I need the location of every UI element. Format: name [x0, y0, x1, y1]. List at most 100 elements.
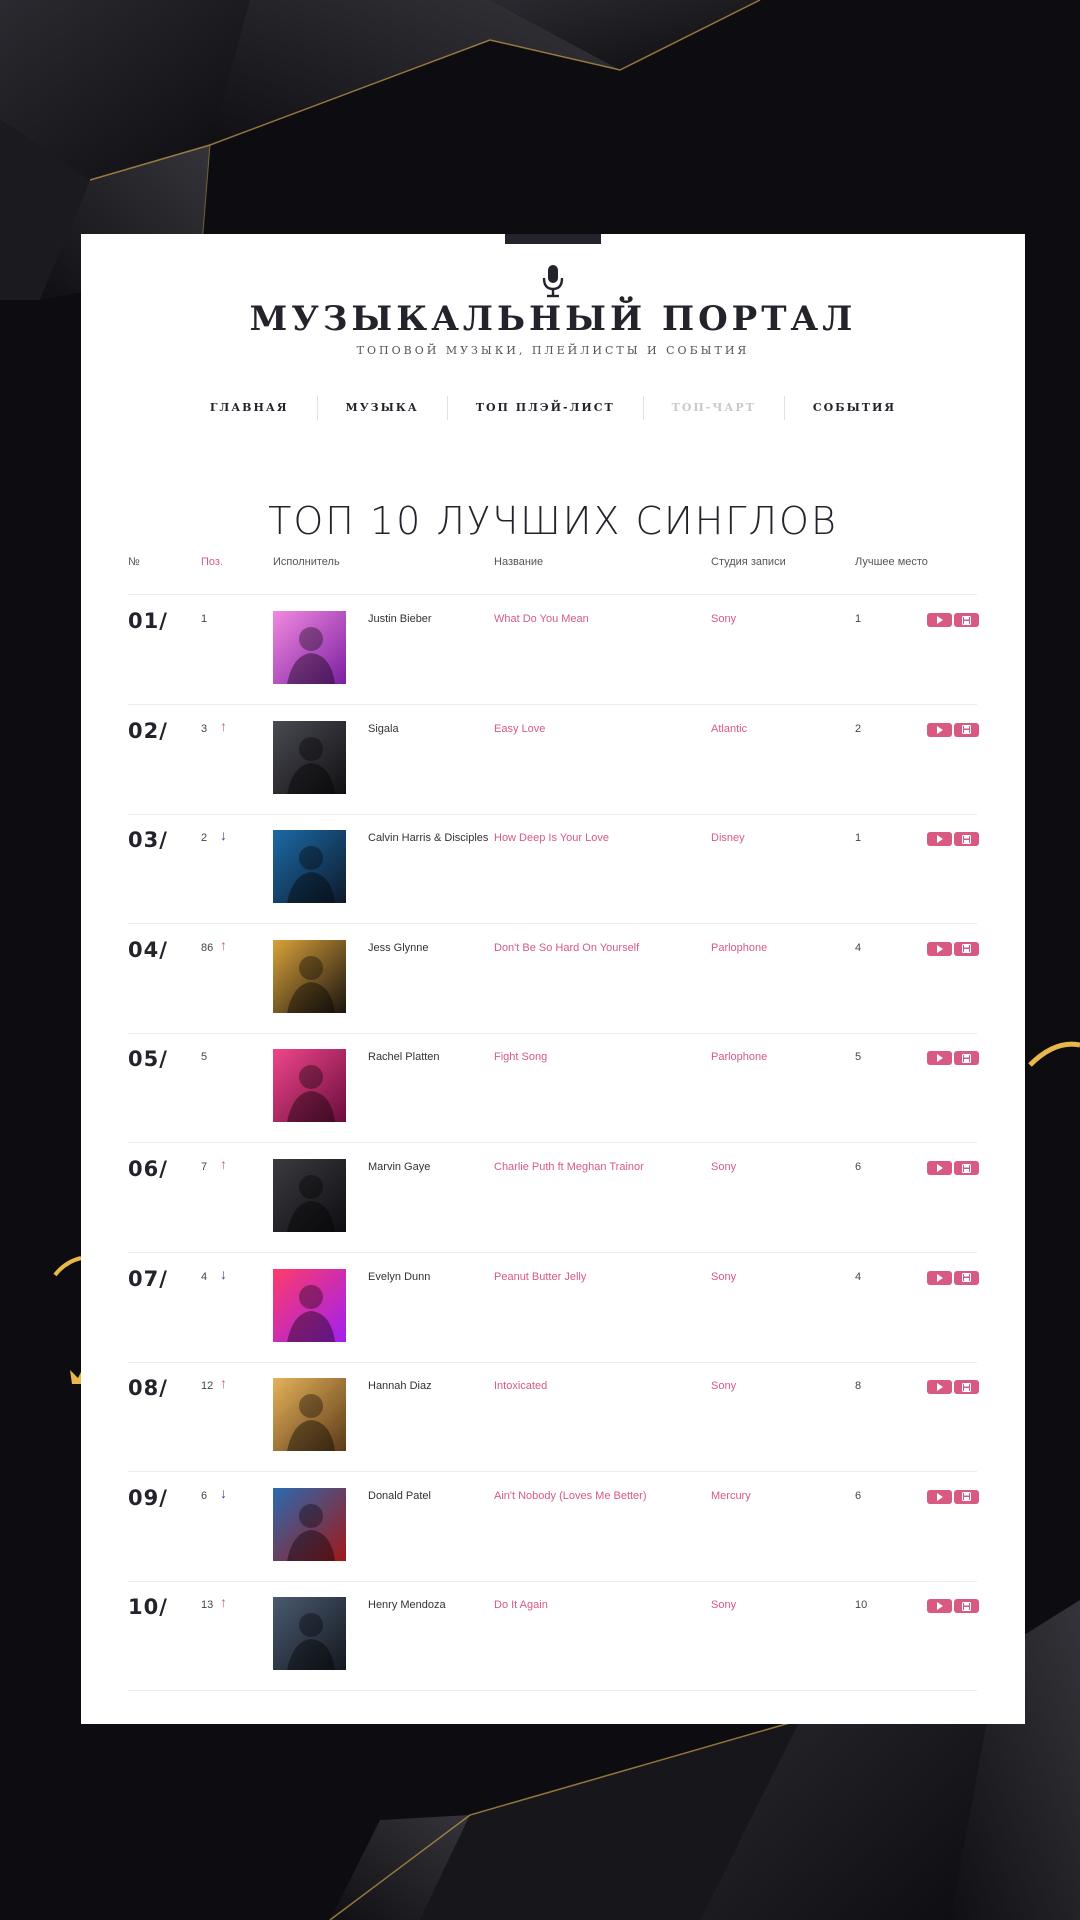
- save-button[interactable]: [954, 1270, 979, 1285]
- save-button[interactable]: [954, 1161, 979, 1175]
- artist-photo[interactable]: [273, 830, 346, 904]
- studio-name: Parlophone: [711, 1051, 768, 1064]
- header-position[interactable]: Поз.: [201, 556, 223, 568]
- rank-number: 05/: [128, 1047, 168, 1072]
- site-subtitle: ТОПОВОЙ МУЗЫКИ, ПЛЕЙЛИСТЫ И СОБЫТИЯ: [356, 344, 750, 357]
- artist-name: Justin Bieber: [368, 613, 432, 625]
- nav-item-top-playlist[interactable]: ТОП ПЛЭЙ-ЛИСТ: [446, 396, 643, 420]
- song-title-link[interactable]: How Deep Is Your Love: [494, 832, 609, 844]
- save-button[interactable]: [954, 1051, 979, 1066]
- artist-photo[interactable]: [273, 1487, 346, 1561]
- rank-number: 03/: [128, 828, 168, 853]
- arrow-down-icon: ↓: [220, 827, 227, 844]
- song-title-link[interactable]: Ain't Nobody (Loves Me Better): [494, 1490, 647, 1502]
- song-title-link[interactable]: Easy Love: [494, 723, 545, 735]
- play-button[interactable]: [927, 1270, 952, 1285]
- play-button[interactable]: [927, 1599, 952, 1614]
- song-title-link[interactable]: Fight Song: [494, 1051, 547, 1063]
- play-icon: [937, 1164, 943, 1172]
- table-row: 08/ 12 ↑ Hannah Diaz Intoxicated Sony 8: [128, 1362, 979, 1473]
- table-row: 03/ 2 ↓ Calvin Harris & Disciples How De…: [128, 814, 979, 925]
- play-button[interactable]: [927, 832, 952, 847]
- studio-name: Mercury: [711, 1489, 751, 1502]
- play-icon: [937, 1383, 943, 1392]
- studio-name: Sony: [711, 1599, 737, 1612]
- table-row: 04/ 86 ↑ Jess Glynne Don't Be So Hard On…: [128, 924, 979, 1034]
- artist-name: Sigala: [368, 722, 399, 735]
- play-button[interactable]: [927, 1051, 952, 1066]
- table-row: 06/ 7 ↑ Marvin Gaye Charlie Puth ft Megh…: [128, 1143, 979, 1253]
- artist-photo[interactable]: [273, 1159, 346, 1232]
- save-button[interactable]: [954, 1599, 979, 1614]
- artist-photo[interactable]: [273, 720, 346, 794]
- previous-position: 3: [201, 722, 208, 735]
- best-position: 2: [855, 722, 862, 735]
- site-title: МУЗЫКАЛЬНЫЙ ПОРТАЛ: [249, 299, 857, 339]
- artist-name: Donald Patel: [368, 1489, 431, 1502]
- save-button[interactable]: [954, 1380, 979, 1395]
- save-button[interactable]: [954, 941, 979, 956]
- studio-name: Sony: [711, 1380, 737, 1393]
- main-nav: ГЛАВНАЯ МУЗЫКА ТОП ПЛЭЙ-ЛИСТ ТОП-ЧАРТ СО…: [81, 396, 1025, 420]
- rank-number: 06/: [128, 1157, 168, 1181]
- play-icon: [937, 1054, 943, 1063]
- artist-photo[interactable]: [273, 1268, 346, 1342]
- best-position: 1: [855, 613, 862, 625]
- nav-item-home[interactable]: ГЛАВНАЯ: [182, 396, 317, 420]
- song-title-link[interactable]: Intoxicated: [494, 1380, 547, 1392]
- play-icon: [937, 616, 943, 624]
- play-icon: [937, 944, 943, 953]
- rank-number: 10/: [128, 1595, 168, 1620]
- save-button[interactable]: [954, 1489, 979, 1504]
- artist-photo[interactable]: [273, 1597, 346, 1671]
- play-icon: [937, 725, 943, 734]
- artist-name: Calvin Harris & Disciples: [368, 832, 489, 845]
- save-icon: [962, 834, 971, 844]
- song-title-link[interactable]: What Do You Mean: [494, 613, 589, 625]
- nav-item-music[interactable]: МУЗЫКА: [316, 396, 447, 420]
- play-button[interactable]: [927, 613, 952, 627]
- artist-photo[interactable]: [273, 1378, 346, 1452]
- studio-name: Disney: [711, 832, 745, 845]
- play-button[interactable]: [927, 1380, 952, 1395]
- nav-item-top-chart[interactable]: ТОП-ЧАРТ: [642, 396, 784, 420]
- previous-position: 5: [201, 1051, 208, 1064]
- save-button[interactable]: [954, 722, 979, 737]
- studio-name: Sony: [711, 1270, 737, 1283]
- play-button[interactable]: [927, 722, 952, 737]
- artist-photo[interactable]: [273, 939, 346, 1013]
- song-title-link[interactable]: Don't Be So Hard On Yourself: [494, 942, 639, 954]
- microphone-icon: [542, 265, 564, 298]
- table-row: 10/ 13 ↑ Henry Mendoza Do It Again Sony …: [128, 1581, 979, 1692]
- artist-name: Marvin Gaye: [368, 1161, 431, 1173]
- header-studio: Студия записи: [711, 556, 786, 568]
- play-button[interactable]: [927, 941, 952, 956]
- rank-number: 09/: [128, 1485, 168, 1510]
- previous-position: 1: [201, 613, 208, 625]
- song-title-link[interactable]: Peanut Butter Jelly: [494, 1271, 586, 1283]
- play-button[interactable]: [927, 1489, 952, 1504]
- play-button[interactable]: [927, 1161, 952, 1175]
- play-icon: [937, 1492, 943, 1501]
- arrow-up-icon: ↑: [220, 936, 227, 953]
- rank-number: 02/: [128, 718, 168, 743]
- studio-name: Atlantic: [711, 722, 748, 735]
- studio-name: Parlophone: [711, 941, 768, 954]
- header-best: Лучшее место: [855, 556, 928, 568]
- song-title-link[interactable]: Charlie Puth ft Meghan Trainor: [494, 1161, 644, 1173]
- rank-number: 07/: [128, 1266, 168, 1291]
- save-button[interactable]: [954, 613, 979, 627]
- header-number: №: [128, 556, 140, 568]
- previous-position: 4: [201, 1270, 208, 1283]
- artist-photo[interactable]: [273, 611, 346, 684]
- save-button[interactable]: [954, 832, 979, 847]
- nav-item-events[interactable]: СОБЫТИЯ: [783, 396, 924, 420]
- best-position: 10: [855, 1599, 868, 1612]
- best-position: 8: [855, 1380, 862, 1393]
- artist-photo[interactable]: [273, 1049, 346, 1123]
- table-row: 05/ 5 Rachel Platten Fight Song Parlopho…: [128, 1033, 979, 1144]
- song-title-link[interactable]: Do It Again: [494, 1599, 548, 1611]
- save-icon: [962, 1163, 971, 1173]
- arrow-down-icon: ↓: [220, 1484, 227, 1501]
- previous-position: 6: [201, 1489, 208, 1502]
